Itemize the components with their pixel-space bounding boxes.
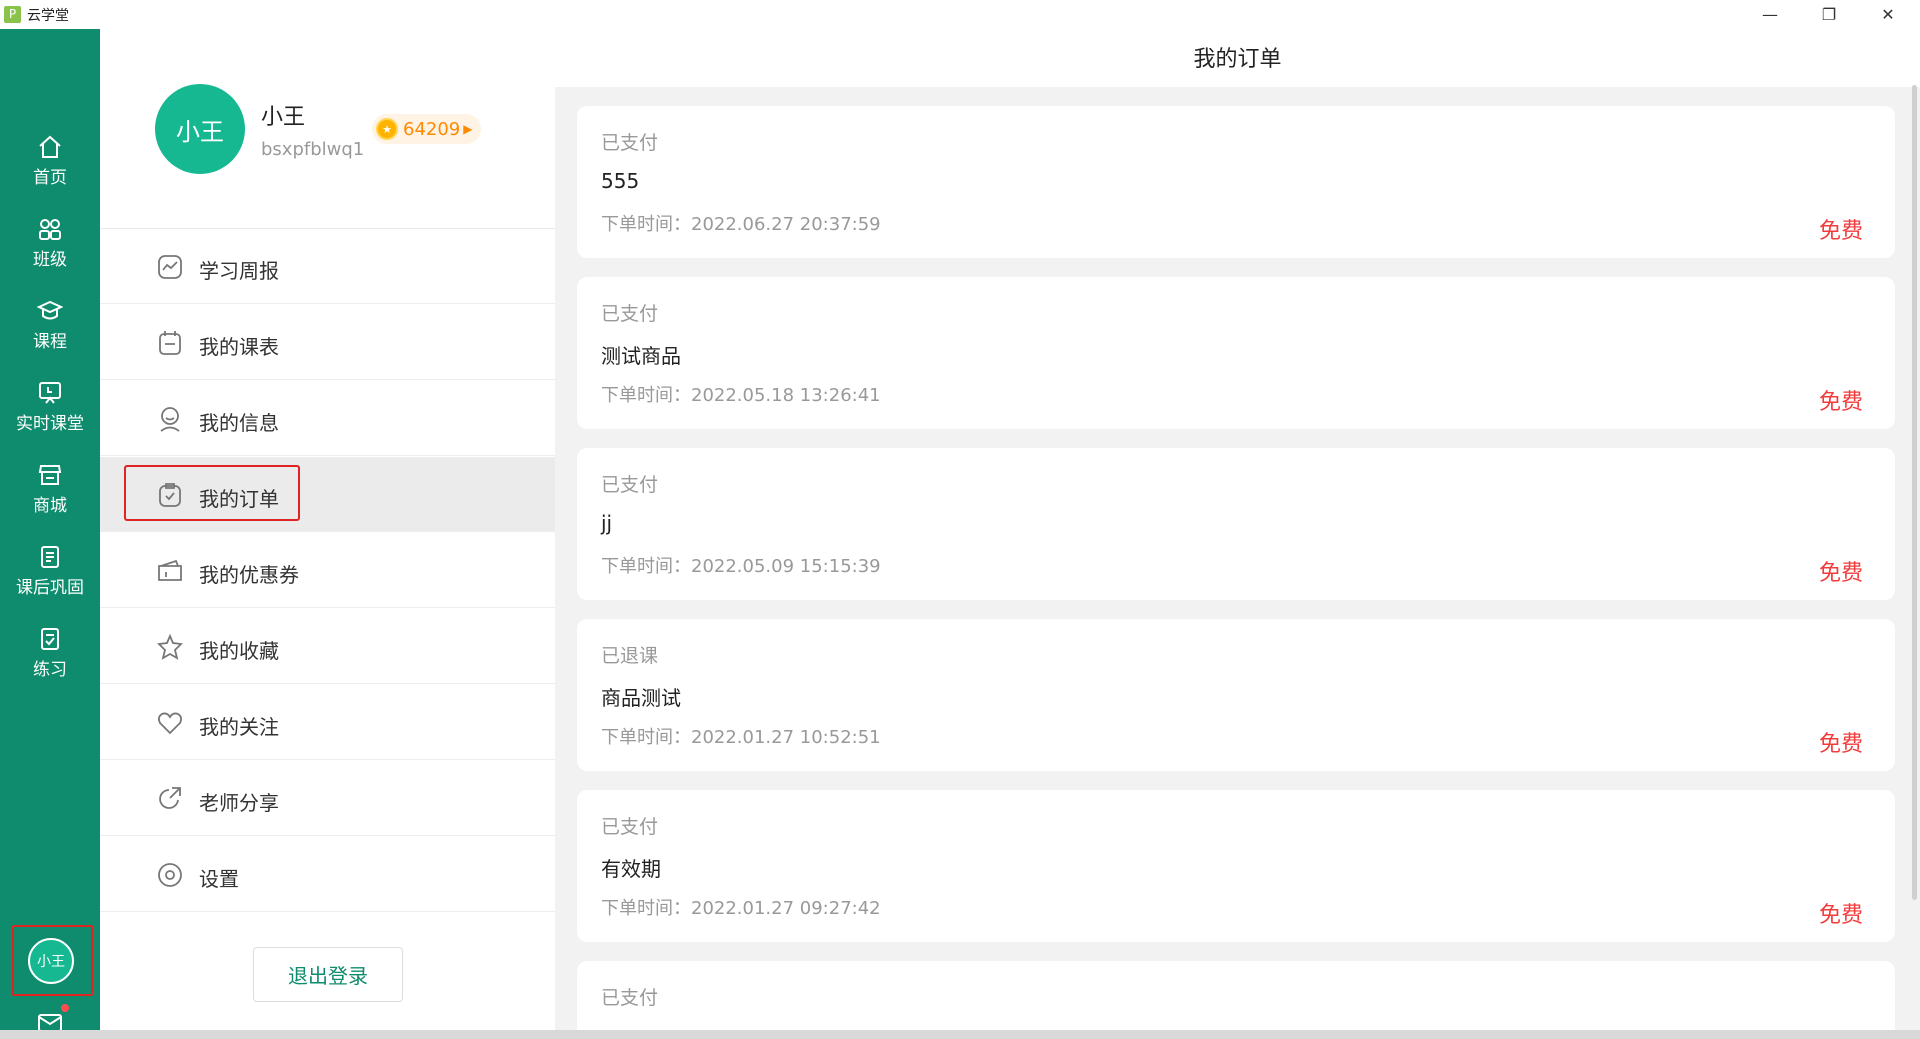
order-card[interactable]: 已支付 555 下单时间：2022.06.27 20:37:59 免费 bbox=[577, 106, 1895, 258]
menu-item-following[interactable]: 我的关注 bbox=[100, 685, 555, 760]
arrow-right-icon: ▶ bbox=[463, 122, 473, 136]
order-price: 免费 bbox=[1818, 561, 1863, 586]
app-title: 云学堂 bbox=[27, 8, 69, 24]
order-status: 已支付 bbox=[601, 816, 659, 838]
scrollbar-thumb[interactable] bbox=[1912, 85, 1917, 900]
order-price: 免费 bbox=[1818, 732, 1863, 757]
order-card[interactable]: 已退课 商品测试 下单时间：2022.01.27 10:52:51 免费 bbox=[577, 619, 1895, 771]
profile-info-icon bbox=[156, 405, 184, 433]
order-time: 下单时间：2022.05.09 15:15:39 bbox=[601, 556, 881, 577]
nav-item-class[interactable]: 班级 bbox=[0, 203, 100, 281]
menu-item-teacher-share[interactable]: 老师分享 bbox=[100, 761, 555, 836]
menu-label: 我的优惠券 bbox=[199, 563, 299, 587]
order-price: 免费 bbox=[1818, 219, 1863, 244]
menu-item-weekly-report[interactable]: 学习周报 bbox=[100, 229, 555, 304]
order-price: 免费 bbox=[1818, 390, 1863, 415]
page-title: 我的订单 bbox=[1193, 47, 1282, 72]
order-card[interactable]: 已支付 jj 下单时间：2022.05.09 15:15:39 免费 bbox=[577, 448, 1895, 600]
heart-icon bbox=[156, 709, 184, 737]
nav-label: 班级 bbox=[33, 249, 67, 270]
order-name: 测试商品 bbox=[601, 344, 681, 368]
order-time: 下单时间：2022.01.27 09:27:42 bbox=[601, 898, 881, 919]
menu-label: 我的收藏 bbox=[199, 639, 279, 663]
notification-dot bbox=[61, 1004, 69, 1012]
weekly-report-icon bbox=[156, 253, 184, 281]
home-icon bbox=[36, 133, 64, 161]
order-status: 已支付 bbox=[601, 474, 659, 496]
minimize-button[interactable]: — bbox=[1741, 0, 1799, 29]
star-icon bbox=[156, 633, 184, 661]
nav-item-live-class[interactable]: 实时课堂 bbox=[0, 367, 100, 445]
orders-content: 我的订单 已支付 555 下单时间：2022.06.27 20:37:59 免费… bbox=[555, 29, 1920, 1030]
content-header: 我的订单 bbox=[555, 29, 1920, 87]
menu-label: 我的信息 bbox=[199, 411, 279, 435]
menu-item-coupons[interactable]: 我的优惠券 bbox=[100, 533, 555, 608]
profile-name: 小王 bbox=[261, 105, 306, 130]
order-name: 商品测试 bbox=[601, 686, 681, 710]
menu-label: 学习周报 bbox=[199, 259, 279, 283]
order-card[interactable]: 已支付 bbox=[577, 961, 1895, 1030]
nav-label: 练习 bbox=[33, 659, 67, 680]
menu-label: 设置 bbox=[199, 867, 239, 891]
restore-button[interactable]: ❐ bbox=[1800, 0, 1858, 29]
order-name: 555 bbox=[601, 169, 640, 193]
order-price: 免费 bbox=[1818, 903, 1863, 928]
nav-item-shop[interactable]: 商城 bbox=[0, 449, 100, 527]
order-time: 下单时间：2022.05.18 13:26:41 bbox=[601, 385, 881, 406]
title-bar: P 云学堂 — ❐ ✕ bbox=[0, 0, 1920, 29]
profile-avatar[interactable]: 小王 bbox=[155, 84, 245, 174]
review-icon bbox=[36, 543, 64, 571]
menu-item-schedule[interactable]: 我的课表 bbox=[100, 305, 555, 380]
close-button[interactable]: ✕ bbox=[1859, 0, 1917, 29]
coin-icon: ★ bbox=[376, 118, 398, 140]
order-name: jj bbox=[601, 511, 613, 535]
nav-label: 课程 bbox=[33, 331, 67, 352]
nav-item-practice[interactable]: 练习 bbox=[0, 613, 100, 691]
profile-panel: 小王 小王 bsxpfblwq1 ★ 64209 ▶ 学习周报 我的课表 我的信… bbox=[100, 29, 555, 1030]
nav-item-home[interactable]: 首页 bbox=[0, 121, 100, 199]
points-badge[interactable]: ★ 64209 ▶ bbox=[372, 114, 481, 144]
menu-item-profile-info[interactable]: 我的信息 bbox=[100, 381, 555, 456]
points-value: 64209 bbox=[403, 118, 461, 140]
schedule-icon bbox=[156, 329, 184, 357]
course-icon bbox=[36, 297, 64, 325]
settings-icon bbox=[156, 861, 184, 889]
bottom-strip bbox=[0, 1030, 1920, 1039]
share-icon bbox=[156, 785, 184, 813]
profile-user-id: bsxpfblwq1 bbox=[261, 139, 365, 160]
practice-icon bbox=[36, 625, 64, 653]
order-status: 已支付 bbox=[601, 987, 659, 1009]
left-nav: 首页 班级 课程 实时课堂 商城 课后巩固 练习 小王 bbox=[0, 29, 100, 1032]
nav-item-course[interactable]: 课程 bbox=[0, 285, 100, 363]
order-time: 下单时间：2022.01.27 10:52:51 bbox=[601, 727, 881, 748]
nav-label: 首页 bbox=[33, 167, 67, 188]
live-class-icon bbox=[36, 379, 64, 407]
nav-item-review[interactable]: 课后巩固 bbox=[0, 531, 100, 609]
avatar: 小王 bbox=[28, 938, 74, 984]
menu-label: 老师分享 bbox=[199, 791, 279, 815]
app-logo-icon: P bbox=[4, 6, 21, 23]
order-name: 有效期 bbox=[601, 857, 661, 881]
user-avatar-button[interactable]: 小王 bbox=[12, 925, 93, 996]
menu-label: 我的课表 bbox=[199, 335, 279, 359]
order-card[interactable]: 已支付 有效期 下单时间：2022.01.27 09:27:42 免费 bbox=[577, 790, 1895, 942]
nav-label: 课后巩固 bbox=[16, 577, 84, 598]
nav-label: 商城 bbox=[33, 495, 67, 516]
menu-label: 我的关注 bbox=[199, 715, 279, 739]
nav-label: 实时课堂 bbox=[16, 413, 84, 434]
order-card[interactable]: 已支付 测试商品 下单时间：2022.05.18 13:26:41 免费 bbox=[577, 277, 1895, 429]
shop-icon bbox=[36, 461, 64, 489]
order-status: 已支付 bbox=[601, 303, 659, 325]
menu-item-favorites[interactable]: 我的收藏 bbox=[100, 609, 555, 684]
order-status: 已支付 bbox=[601, 132, 659, 154]
coupon-icon bbox=[156, 557, 184, 585]
class-icon bbox=[36, 215, 64, 243]
active-menu-highlight bbox=[124, 465, 300, 521]
order-status: 已退课 bbox=[601, 645, 659, 667]
order-time: 下单时间：2022.06.27 20:37:59 bbox=[601, 214, 881, 235]
logout-button[interactable]: 退出登录 bbox=[253, 947, 403, 1002]
menu-item-settings[interactable]: 设置 bbox=[100, 837, 555, 912]
